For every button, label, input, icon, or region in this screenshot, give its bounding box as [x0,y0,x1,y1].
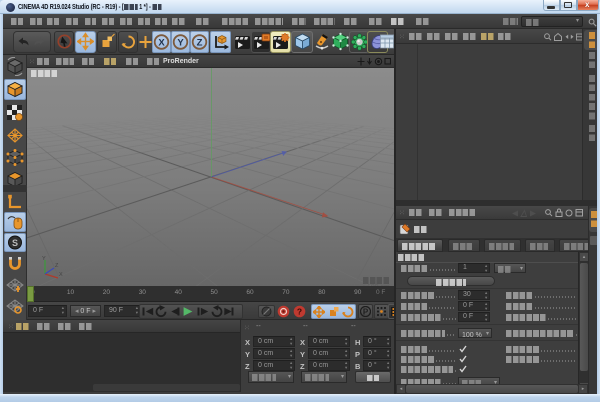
svg-text:P: P [363,308,369,317]
svg-text:X: X [158,37,165,48]
svg-text:X: X [59,272,63,278]
svg-text:Y: Y [42,256,46,262]
svg-text:Y: Y [177,37,184,48]
svg-text:S: S [12,238,18,248]
svg-text:Z: Z [55,263,59,269]
svg-text:?: ? [297,307,302,317]
svg-text:Z: Z [197,37,203,48]
